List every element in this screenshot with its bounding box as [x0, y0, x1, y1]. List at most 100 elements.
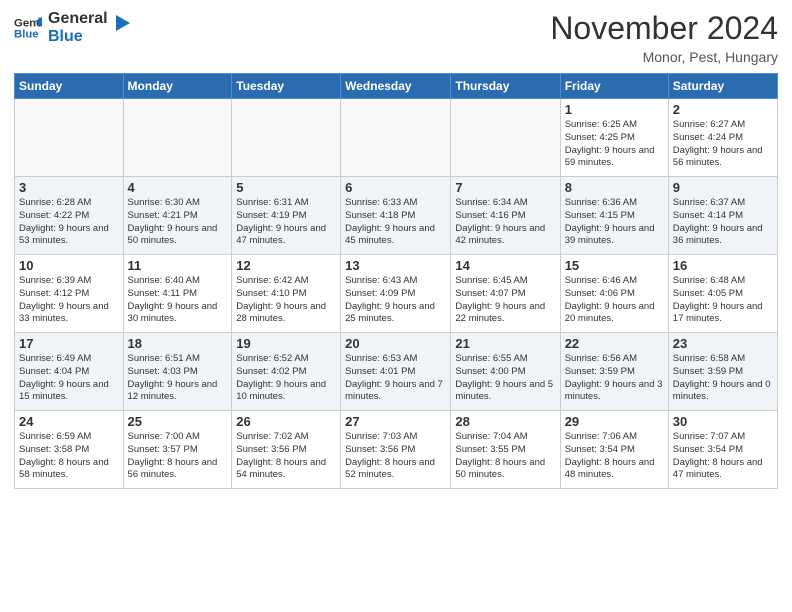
- calendar-week-row: 24 Sunrise: 6:59 AM Sunset: 3:58 PM Dayli…: [15, 411, 778, 489]
- day-number: 17: [19, 336, 119, 351]
- day-number: 3: [19, 180, 119, 195]
- col-sunday: Sunday: [15, 74, 124, 99]
- table-row: 24 Sunrise: 6:59 AM Sunset: 3:58 PM Dayli…: [15, 411, 124, 489]
- day-number: 18: [128, 336, 228, 351]
- day-number: 8: [565, 180, 664, 195]
- day-number: 1: [565, 102, 664, 117]
- title-block: November 2024 Monor, Pest, Hungary: [550, 10, 778, 65]
- day-info: Sunrise: 6:51 AM Sunset: 4:03 PM Dayligh…: [128, 353, 228, 404]
- table-row: 5Sunrise: 6:31 AM Sunset: 4:19 PM Daylig…: [232, 177, 341, 255]
- month-title: November 2024: [550, 10, 778, 47]
- table-row: 12Sunrise: 6:42 AM Sunset: 4:10 PM Dayli…: [232, 255, 341, 333]
- table-row: 28 Sunrise: 7:04 AM Sunset: 3:55 PM Dayli…: [451, 411, 560, 489]
- calendar-week-row: 17 Sunrise: 6:49 AM Sunset: 4:04 PM Dayli…: [15, 333, 778, 411]
- table-row: 6Sunrise: 6:33 AM Sunset: 4:18 PM Daylig…: [341, 177, 451, 255]
- table-row: 19Sunrise: 6:52 AM Sunset: 4:02 PM Dayli…: [232, 333, 341, 411]
- table-row: 8 Sunrise: 6:36 AM Sunset: 4:15 PM Daylig…: [560, 177, 668, 255]
- day-info: Sunrise: 6:59 AM Sunset: 3:58 PM Dayligh…: [19, 431, 119, 482]
- table-row: 22Sunrise: 6:56 AM Sunset: 3:59 PM Dayli…: [560, 333, 668, 411]
- table-row: [123, 99, 232, 177]
- day-number: 28: [455, 414, 555, 429]
- day-number: 7: [455, 180, 555, 195]
- table-row: 23Sunrise: 6:58 AM Sunset: 3:59 PM Dayli…: [668, 333, 777, 411]
- col-tuesday: Tuesday: [232, 74, 341, 99]
- day-info: Sunrise: 7:06 AM Sunset: 3:54 PM Dayligh…: [565, 431, 664, 482]
- day-info: Sunrise: 6:40 AM Sunset: 4:11 PM Dayligh…: [128, 275, 228, 326]
- table-row: 2Sunrise: 6:27 AM Sunset: 4:24 PM Daylig…: [668, 99, 777, 177]
- day-info: Sunrise: 6:28 AM Sunset: 4:22 PM Dayligh…: [19, 197, 119, 248]
- col-monday: Monday: [123, 74, 232, 99]
- table-row: 17 Sunrise: 6:49 AM Sunset: 4:04 PM Dayli…: [15, 333, 124, 411]
- day-info: Sunrise: 6:37 AM Sunset: 4:14 PM Dayligh…: [673, 197, 773, 248]
- table-row: 11Sunrise: 6:40 AM Sunset: 4:11 PM Dayli…: [123, 255, 232, 333]
- location-subtitle: Monor, Pest, Hungary: [550, 49, 778, 65]
- calendar-week-row: 1Sunrise: 6:25 AM Sunset: 4:25 PM Daylig…: [15, 99, 778, 177]
- day-number: 14: [455, 258, 555, 273]
- table-row: 14 Sunrise: 6:45 AM Sunset: 4:07 PM Dayli…: [451, 255, 560, 333]
- day-number: 4: [128, 180, 228, 195]
- day-info: Sunrise: 6:53 AM Sunset: 4:01 PM Dayligh…: [345, 353, 446, 404]
- table-row: 15 Sunrise: 6:46 AM Sunset: 4:06 PM Dayli…: [560, 255, 668, 333]
- day-number: 19: [236, 336, 336, 351]
- table-row: 20 Sunrise: 6:53 AM Sunset: 4:01 PM Dayli…: [341, 333, 451, 411]
- table-row: 4Sunrise: 6:30 AM Sunset: 4:21 PM Daylig…: [123, 177, 232, 255]
- table-row: 21 Sunrise: 6:55 AM Sunset: 4:00 PM Dayli…: [451, 333, 560, 411]
- table-row: [451, 99, 560, 177]
- table-row: 16Sunrise: 6:48 AM Sunset: 4:05 PM Dayli…: [668, 255, 777, 333]
- day-info: Sunrise: 6:43 AM Sunset: 4:09 PM Dayligh…: [345, 275, 446, 326]
- table-row: 3 Sunrise: 6:28 AM Sunset: 4:22 PM Daylig…: [15, 177, 124, 255]
- day-number: 5: [236, 180, 336, 195]
- day-number: 6: [345, 180, 446, 195]
- table-row: 18 Sunrise: 6:51 AM Sunset: 4:03 PM Dayli…: [123, 333, 232, 411]
- logo-general-text: General: [48, 10, 108, 28]
- day-number: 15: [565, 258, 664, 273]
- table-row: [341, 99, 451, 177]
- logo-arrow-icon: [108, 13, 130, 35]
- table-row: [232, 99, 341, 177]
- table-row: 25 Sunrise: 7:00 AM Sunset: 3:57 PM Dayli…: [123, 411, 232, 489]
- table-row: 1Sunrise: 6:25 AM Sunset: 4:25 PM Daylig…: [560, 99, 668, 177]
- day-info: Sunrise: 6:45 AM Sunset: 4:07 PM Dayligh…: [455, 275, 555, 326]
- table-row: [15, 99, 124, 177]
- day-number: 21: [455, 336, 555, 351]
- day-number: 10: [19, 258, 119, 273]
- day-info: Sunrise: 7:02 AM Sunset: 3:56 PM Dayligh…: [236, 431, 336, 482]
- table-row: 29 Sunrise: 7:06 AM Sunset: 3:54 PM Dayli…: [560, 411, 668, 489]
- day-number: 25: [128, 414, 228, 429]
- logo-icon: General Blue: [14, 14, 42, 42]
- table-row: 26Sunrise: 7:02 AM Sunset: 3:56 PM Dayli…: [232, 411, 341, 489]
- day-info: Sunrise: 7:00 AM Sunset: 3:57 PM Dayligh…: [128, 431, 228, 482]
- day-info: Sunrise: 6:55 AM Sunset: 4:00 PM Dayligh…: [455, 353, 555, 404]
- day-info: Sunrise: 6:46 AM Sunset: 4:06 PM Dayligh…: [565, 275, 664, 326]
- day-info: Sunrise: 6:27 AM Sunset: 4:24 PM Dayligh…: [673, 119, 773, 170]
- page: General Blue General Blue November 2024 …: [0, 0, 792, 612]
- col-saturday: Saturday: [668, 74, 777, 99]
- table-row: 10 Sunrise: 6:39 AM Sunset: 4:12 PM Dayli…: [15, 255, 124, 333]
- day-number: 9: [673, 180, 773, 195]
- calendar-week-row: 3 Sunrise: 6:28 AM Sunset: 4:22 PM Daylig…: [15, 177, 778, 255]
- table-row: 30 Sunrise: 7:07 AM Sunset: 3:54 PM Dayli…: [668, 411, 777, 489]
- svg-text:Blue: Blue: [14, 29, 39, 41]
- logo: General Blue General Blue: [14, 10, 130, 47]
- day-info: Sunrise: 6:36 AM Sunset: 4:15 PM Dayligh…: [565, 197, 664, 248]
- calendar-week-row: 10 Sunrise: 6:39 AM Sunset: 4:12 PM Dayli…: [15, 255, 778, 333]
- day-info: Sunrise: 6:49 AM Sunset: 4:04 PM Dayligh…: [19, 353, 119, 404]
- day-info: Sunrise: 6:34 AM Sunset: 4:16 PM Dayligh…: [455, 197, 555, 248]
- col-wednesday: Wednesday: [341, 74, 451, 99]
- day-info: Sunrise: 7:07 AM Sunset: 3:54 PM Dayligh…: [673, 431, 773, 482]
- day-info: Sunrise: 7:04 AM Sunset: 3:55 PM Dayligh…: [455, 431, 555, 482]
- day-number: 20: [345, 336, 446, 351]
- calendar-header-row: Sunday Monday Tuesday Wednesday Thursday…: [15, 74, 778, 99]
- col-thursday: Thursday: [451, 74, 560, 99]
- day-info: Sunrise: 6:42 AM Sunset: 4:10 PM Dayligh…: [236, 275, 336, 326]
- calendar-table: Sunday Monday Tuesday Wednesday Thursday…: [14, 73, 778, 489]
- day-info: Sunrise: 6:39 AM Sunset: 4:12 PM Dayligh…: [19, 275, 119, 326]
- col-friday: Friday: [560, 74, 668, 99]
- table-row: 27Sunrise: 7:03 AM Sunset: 3:56 PM Dayli…: [341, 411, 451, 489]
- table-row: 13Sunrise: 6:43 AM Sunset: 4:09 PM Dayli…: [341, 255, 451, 333]
- day-number: 30: [673, 414, 773, 429]
- day-number: 29: [565, 414, 664, 429]
- day-number: 24: [19, 414, 119, 429]
- day-info: Sunrise: 6:48 AM Sunset: 4:05 PM Dayligh…: [673, 275, 773, 326]
- day-info: Sunrise: 6:58 AM Sunset: 3:59 PM Dayligh…: [673, 353, 773, 404]
